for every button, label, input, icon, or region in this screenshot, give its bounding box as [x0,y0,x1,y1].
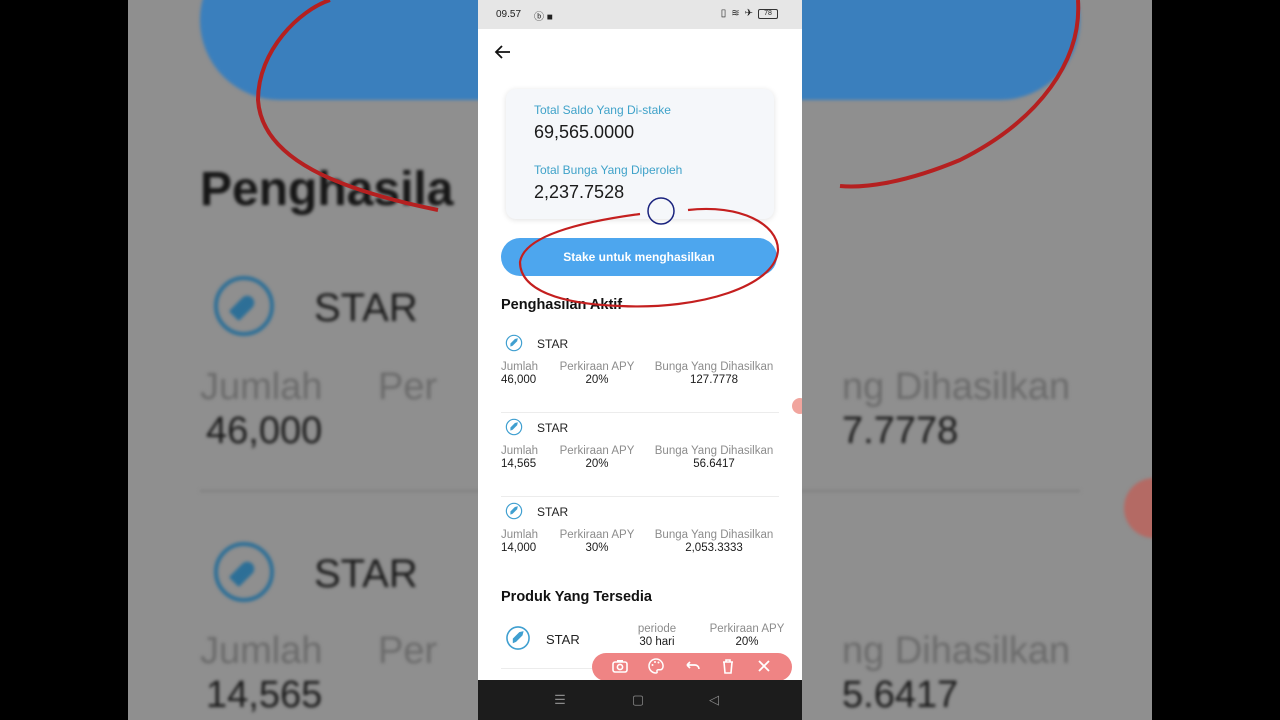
navigation-bar: ☰ ▢ ◁ [478,680,802,720]
product-period-label: periode [637,623,677,635]
active-earnings-title: Penghasilan Aktif [501,297,623,313]
back-triangle-icon[interactable]: ◁ [706,692,722,708]
earning-interest-label: Bunga Yang Dihasilkan [654,529,774,541]
background-label-interest: ng Dihasilkan [842,366,1071,408]
stake-button[interactable]: Stake untuk menghasilkan [501,238,777,276]
rocket-icon [505,418,523,436]
earning-amount: Jumlah 14,565 [501,445,543,470]
earning-item[interactable]: STAR Jumlah 14,565 Perkiraan APY 20% Bun… [501,413,779,497]
rocket-icon [506,626,530,650]
background-value-interest: 7.7778 [842,410,959,452]
earning-interest: Bunga Yang Dihasilkan 127.7778 [649,361,779,386]
earning-apy-label: Perkiraan APY [559,529,635,541]
palette-icon[interactable] [646,657,666,677]
product-token-name: STAR [546,632,580,647]
background-label-amount: Jumlah [200,366,323,408]
status-system-icons: ▯ ≋ ✈ 78 [721,8,778,19]
earning-interest: Bunga Yang Dihasilkan 2,053.3333 [649,529,779,554]
earning-apy: Perkiraan APY 20% [557,361,637,386]
home-icon[interactable]: ▢ [630,692,646,708]
wifi-icon: ≋ [731,8,740,19]
earning-amount-value: 14,000 [501,542,537,554]
earning-amount-value: 46,000 [501,374,537,386]
rocket-icon [505,502,523,520]
close-icon[interactable] [754,657,774,677]
status-bar: 09.57 ⓑ ■ ▯ ≋ ✈ 78 [478,0,802,29]
arrow-left-icon[interactable] [494,43,514,63]
background-rocket-icon [214,276,274,336]
annotation-toolbar [592,653,792,680]
undo-icon[interactable] [682,657,702,677]
menu-icon[interactable]: ☰ [552,692,568,708]
background-token-name: STAR [314,286,418,330]
earning-amount-label: Jumlah [501,445,539,457]
phone-screen: 09.57 ⓑ ■ ▯ ≋ ✈ 78 Total Saldo Yang Di-s… [478,0,802,720]
earning-apy-label: Perkiraan APY [559,445,635,457]
earning-item[interactable]: STAR Jumlah 46,000 Perkiraan APY 20% Bun… [501,329,779,413]
floating-touch-dot[interactable] [792,398,802,414]
background-token-name: STAR [314,552,418,596]
earning-apy-value: 20% [585,374,609,386]
background-heading: Penghasila [200,163,454,216]
earning-interest: Bunga Yang Dihasilkan 56.6417 [649,445,779,470]
earning-amount: Jumlah 46,000 [501,361,543,386]
earning-apy: Perkiraan APY 30% [557,529,637,554]
product-period-value: 30 hari [639,636,675,648]
background-pill-text-right: an [892,0,934,2]
earning-amount: Jumlah 14,000 [501,529,543,554]
status-notification-icons: ⓑ ■ [534,12,553,23]
background-value-amount: 14,565 [206,674,323,716]
rocket-icon [505,334,523,352]
total-staked-value: 69,565.0000 [534,122,635,142]
battery-icon: 78 [758,8,778,19]
background-label-interest: ng Dihasilkan [842,630,1071,672]
vibrate-icon: ▯ [720,8,727,19]
summary-card: Total Saldo Yang Di-stake 69,565.0000 To… [506,89,774,219]
earning-item[interactable]: STAR Jumlah 14,000 Perkiraan APY 30% Bun… [501,497,779,581]
product-apy-value: 20% [735,636,759,648]
earning-apy: Perkiraan APY 20% [557,445,637,470]
background-rocket-icon [214,542,274,602]
earning-apy-value: 30% [585,542,609,554]
camera-icon[interactable] [610,657,630,677]
background-label-apy: Per [378,630,438,672]
earning-token-name: STAR [537,337,569,351]
total-staked-label: Total Saldo Yang Di-stake [534,103,671,117]
trash-icon[interactable] [718,657,738,677]
background-floating-dot [1124,478,1152,538]
staking-page: Total Saldo Yang Di-stake 69,565.0000 To… [478,29,802,680]
product-apy: Perkiraan APY 20% [697,623,797,648]
product-apy-label: Perkiraan APY [709,623,785,635]
earning-interest-label: Bunga Yang Dihasilkan [654,445,774,457]
earning-amount-label: Jumlah [501,529,539,541]
earning-interest-value: 127.7778 [690,374,738,386]
earning-amount-value: 14,565 [501,458,537,470]
earning-apy-value: 20% [585,458,609,470]
available-products-title: Produk Yang Tersedia [501,589,652,605]
earning-amount-label: Jumlah [501,361,539,373]
background-value-interest: 5.6417 [842,674,959,716]
earning-apy-label: Perkiraan APY [559,361,635,373]
background-label-amount: Jumlah [200,630,323,672]
product-period: periode 30 hari [619,623,695,648]
total-interest-label: Total Bunga Yang Diperoleh [534,163,683,177]
total-interest-value: 2,237.7528 [534,182,625,202]
airplane-icon: ✈ [744,8,753,19]
status-time: 09.57 [496,9,522,20]
background-label-apy: Per [378,366,438,408]
earning-token-name: STAR [537,505,569,519]
earning-interest-label: Bunga Yang Dihasilkan [654,361,774,373]
earning-interest-value: 2,053.3333 [685,542,743,554]
earning-token-name: STAR [537,421,569,435]
earning-interest-value: 56.6417 [693,458,735,470]
background-value-amount: 46,000 [206,410,323,452]
